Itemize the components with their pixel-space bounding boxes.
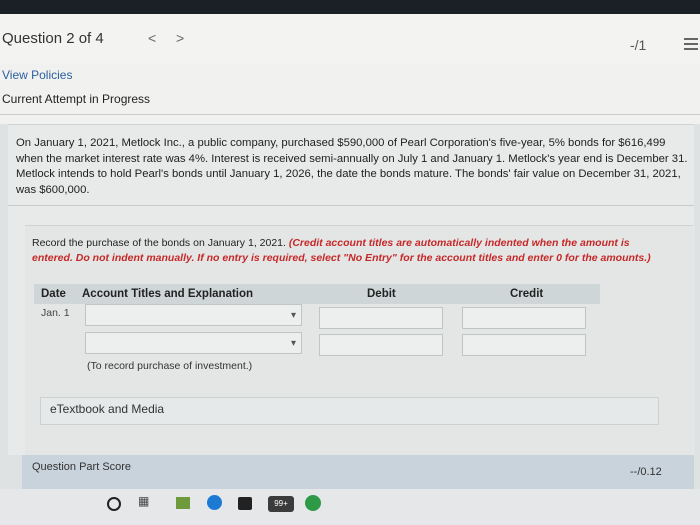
header-account: Account Titles and Explanation <box>82 288 254 300</box>
header-credit: Credit <box>510 288 544 300</box>
header-date: Date <box>41 288 66 300</box>
credit-input-1[interactable] <box>462 307 586 329</box>
account-title-select-1[interactable]: ▾ <box>85 304 302 326</box>
entry-date: Jan. 1 <box>41 307 70 319</box>
taskbar <box>0 489 700 525</box>
etextbook-label[interactable]: eTextbook and Media <box>50 402 164 416</box>
attempt-status: Current Attempt in Progress <box>2 92 151 106</box>
chrome-icon[interactable] <box>305 495 321 511</box>
panel-divider <box>8 205 694 206</box>
mail-icon[interactable]: 99+ <box>268 496 294 512</box>
part-score-label: Question Part Score <box>32 461 132 473</box>
part-score-value: --/0.12 <box>630 466 662 478</box>
question-header <box>0 14 700 64</box>
task-view-icon[interactable]: ▦ <box>138 494 152 508</box>
select-chevron-icon: ▾ <box>290 338 296 349</box>
entry-explanation: (To record purchase of investment.) <box>87 360 253 372</box>
question-score: -/1 <box>630 37 647 53</box>
bag-icon[interactable] <box>238 497 252 510</box>
chevron-right-icon[interactable]: > <box>176 30 184 46</box>
debit-input-2[interactable] <box>319 334 443 356</box>
store-icon[interactable] <box>176 497 190 509</box>
problem-statement: On January 1, 2021, Metlock Inc., a publ… <box>16 137 688 196</box>
view-policies-link[interactable]: View Policies <box>2 68 72 82</box>
account-title-select-2[interactable]: ▾ <box>85 332 302 354</box>
credit-input-2[interactable] <box>462 334 586 356</box>
search-icon[interactable] <box>107 497 121 511</box>
question-position: Question 2 of 4 <box>2 30 104 47</box>
menu-icon[interactable] <box>684 38 698 50</box>
select-chevron-icon: ▾ <box>290 310 296 321</box>
screen-bezel <box>0 0 700 14</box>
header-divider <box>0 114 700 115</box>
edge-icon[interactable] <box>207 495 222 510</box>
instruction-text: Record the purchase of the bonds on Janu… <box>32 237 289 249</box>
header-debit: Debit <box>367 288 396 300</box>
debit-input-1[interactable] <box>319 307 443 329</box>
chevron-left-icon[interactable]: < <box>148 30 156 46</box>
instructions: Record the purchase of the bonds on Janu… <box>32 236 672 266</box>
